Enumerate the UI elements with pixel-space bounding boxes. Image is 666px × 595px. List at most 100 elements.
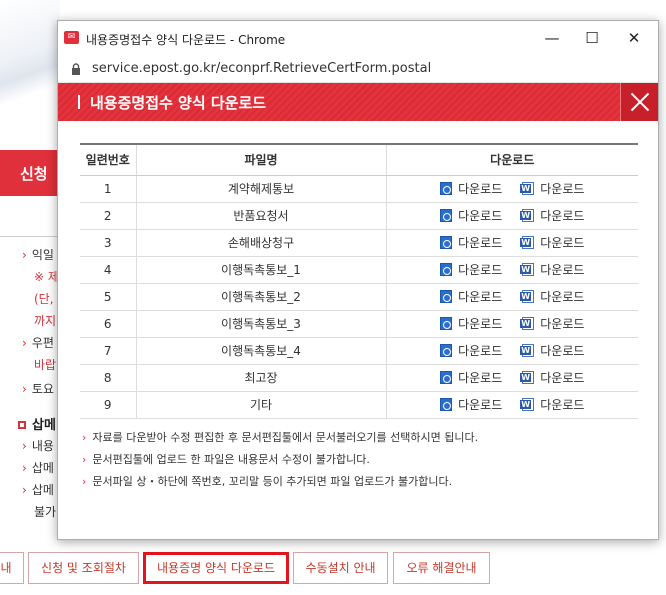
download-label: 다운로드: [458, 317, 503, 331]
download-doc-link[interactable]: 다운로드: [520, 261, 585, 278]
row-filename: 계약해제통보: [135, 175, 386, 203]
row-filename: 손해배상청구: [135, 229, 386, 257]
minimize-button[interactable]: —: [532, 25, 572, 51]
download-label: 다운로드: [540, 398, 585, 412]
popup-header: 내용증명접수 양식 다운로드: [58, 83, 658, 121]
background-section-heading: 삽메: [18, 414, 56, 433]
row-number: 8: [80, 364, 136, 392]
hwp-file-icon: [440, 182, 453, 195]
download-hwp-link[interactable]: 다운로드: [440, 261, 502, 278]
hwp-file-icon: [440, 398, 453, 411]
download-doc-link[interactable]: 다운로드: [520, 396, 585, 413]
download-doc-link[interactable]: 다운로드: [520, 180, 585, 197]
background-text-line: › 익일: [22, 248, 54, 262]
row-filename: 이행독촉통보_1: [135, 256, 386, 284]
title-bar-icon: [78, 95, 80, 109]
row-number: 2: [80, 202, 136, 230]
download-label: 다운로드: [540, 263, 585, 277]
tab-procedure[interactable]: 신청 및 조회절차: [28, 552, 139, 584]
download-hwp-link[interactable]: 다운로드: [440, 234, 502, 251]
word-file-icon: [520, 317, 535, 330]
table-row: 7이행독촉통보_4 다운로드 다운로드: [80, 337, 638, 365]
hwp-file-icon: [440, 236, 453, 249]
download-label: 다운로드: [458, 182, 503, 196]
note-item: › 문서편집툴에 업로드 한 파일은 내용문서 수정이 불가합니다.: [82, 453, 370, 466]
epost-app-icon: ✉: [64, 31, 79, 44]
column-header-filename: 파일명: [135, 144, 386, 176]
download-label: 다운로드: [458, 263, 503, 277]
table-row: 1계약해제통보 다운로드 다운로드: [80, 175, 638, 203]
tab-info[interactable]: 내: [0, 552, 24, 584]
download-hwp-link[interactable]: 다운로드: [440, 207, 502, 224]
row-filename: 기타: [135, 391, 386, 419]
download-label: 다운로드: [540, 182, 585, 196]
word-file-icon: [520, 263, 535, 276]
download-label: 다운로드: [540, 290, 585, 304]
download-doc-link[interactable]: 다운로드: [520, 288, 585, 305]
word-file-icon: [520, 344, 535, 357]
background-section-bar: 신청: [0, 150, 58, 196]
download-doc-link[interactable]: 다운로드: [520, 207, 584, 224]
row-downloads: 다운로드 다운로드: [385, 229, 638, 257]
arrow-icon: ›: [22, 483, 27, 497]
background-text-line: › 우편: [22, 336, 54, 350]
table-body: 1계약해제통보다운로드다운로드2반품요청서다운로드다운로드3손해배상청구다운로드…: [80, 175, 638, 419]
download-doc-link[interactable]: 다운로드: [520, 315, 585, 332]
background-text-line: 불가: [34, 505, 57, 519]
note-item: › 자료를 다운받아 수정 편집한 후 문서편집툴에서 문서불러오기를 선택하시면…: [82, 431, 479, 444]
row-downloads: 다운로드 다운로드: [385, 175, 638, 203]
word-file-icon: [520, 236, 535, 249]
download-hwp-link[interactable]: 다운로드: [440, 369, 502, 386]
window-titlebar[interactable]: ✉ 내용증명접수 양식 다운로드 - Chrome — ☐ ✕: [58, 21, 658, 55]
download-doc-link[interactable]: 다운로드: [520, 234, 584, 251]
download-hwp-link[interactable]: 다운로드: [440, 315, 502, 332]
table-row: 6이행독촉통보_3 다운로드 다운로드: [80, 310, 638, 338]
table-row: 2반품요청서 다운로드 다운로드: [80, 202, 638, 230]
popup-title: 내용증명접수 양식 다운로드: [78, 92, 266, 113]
hwp-file-icon: [440, 371, 453, 384]
download-hwp-link[interactable]: 다운로드: [440, 180, 502, 197]
download-label: 다운로드: [458, 398, 503, 412]
word-file-icon: [520, 290, 535, 303]
tab-error-help[interactable]: 오류 해결안내: [393, 552, 490, 584]
download-doc-link[interactable]: 다운로드: [520, 369, 585, 386]
word-file-icon: [520, 371, 535, 384]
hwp-file-icon: [440, 317, 453, 330]
address-bar[interactable]: service.epost.go.kr/econprf.RetrieveCert…: [58, 55, 658, 83]
download-label: 다운로드: [540, 371, 585, 385]
background-text-line: 바랍: [34, 358, 57, 372]
maximize-button[interactable]: ☐: [572, 25, 612, 51]
background-text-line: 까지: [34, 314, 57, 328]
background-section-label: 신청: [20, 165, 48, 183]
row-downloads: 다운로드 다운로드: [385, 310, 638, 338]
arrow-icon: ›: [22, 461, 27, 475]
row-downloads: 다운로드 다운로드: [385, 337, 638, 365]
download-doc-link[interactable]: 다운로드: [520, 342, 585, 359]
arrow-icon: ›: [82, 475, 87, 488]
word-file-icon: [520, 182, 535, 195]
download-label: 다운로드: [458, 290, 503, 304]
word-file-icon: [520, 398, 535, 411]
download-label: 다운로드: [458, 236, 503, 250]
tab-form-download[interactable]: 내용증명 양식 다운로드: [143, 552, 289, 584]
row-downloads: 다운로드 다운로드: [385, 256, 638, 284]
download-label: 다운로드: [540, 317, 585, 331]
close-button[interactable]: ✕: [614, 25, 654, 51]
background-text-line: › 내용: [22, 439, 54, 453]
word-file-icon: [520, 209, 535, 222]
download-hwp-link[interactable]: 다운로드: [440, 396, 502, 413]
row-downloads: 다운로드 다운로드: [385, 283, 638, 311]
row-filename: 이행독촉통보_3: [135, 310, 386, 338]
download-hwp-link[interactable]: 다운로드: [440, 288, 502, 305]
row-number: 1: [80, 175, 136, 203]
tab-manual-install[interactable]: 수동설치 안내: [293, 552, 388, 584]
row-number: 3: [80, 229, 136, 257]
row-filename: 이행독촉통보_2: [135, 283, 386, 311]
arrow-icon: ›: [82, 431, 87, 444]
download-label: 다운로드: [540, 344, 585, 358]
url-text: service.epost.go.kr/econprf.RetrieveCert…: [92, 61, 432, 76]
popup-close-icon[interactable]: [620, 83, 658, 121]
download-hwp-link[interactable]: 다운로드: [440, 342, 502, 359]
background-divider: [0, 236, 58, 237]
arrow-icon: ›: [22, 248, 27, 262]
